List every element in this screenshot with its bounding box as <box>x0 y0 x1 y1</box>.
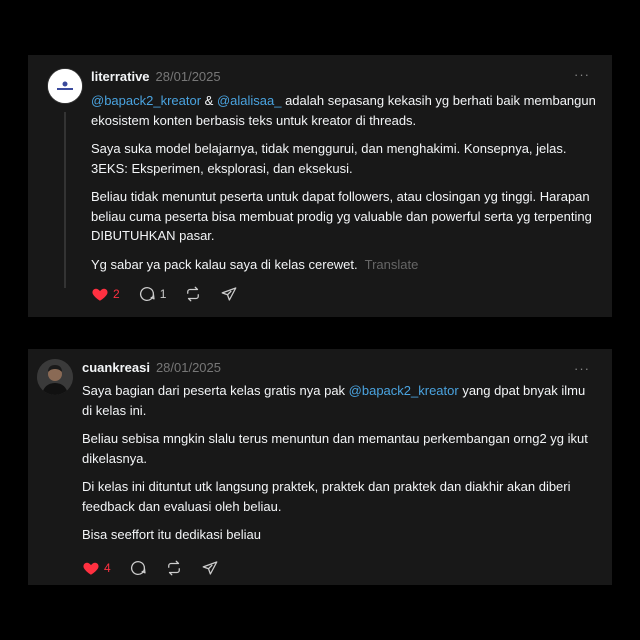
like-count: 4 <box>104 561 111 575</box>
like-button[interactable]: 2 <box>91 285 120 303</box>
action-bar: 4 <box>82 559 237 577</box>
profile-photo-icon <box>37 359 73 395</box>
comment-icon <box>130 560 146 576</box>
post-header: literrative 28/01/2025 <box>91 69 221 84</box>
translate-link[interactable]: Translate <box>365 257 419 272</box>
post-header: cuankreasi 28/01/2025 <box>82 360 221 375</box>
repost-button[interactable] <box>184 285 202 303</box>
post-date: 28/01/2025 <box>155 360 222 375</box>
post-paragraph: Saya suka model belajarnya, tidak menggu… <box>91 141 567 176</box>
avatar[interactable] <box>37 359 73 395</box>
like-count: 2 <box>113 287 120 301</box>
thread-line <box>64 112 66 288</box>
post-paragraph: Beliau sebisa mngkin slalu terus menuntu… <box>82 431 588 466</box>
more-options-icon[interactable]: ··· <box>574 361 590 376</box>
post-paragraph: Beliau tidak menuntut peserta untuk dapa… <box>91 189 592 243</box>
more-options-icon[interactable]: ··· <box>574 67 590 82</box>
repost-icon <box>187 286 200 302</box>
reply-button[interactable] <box>129 559 147 577</box>
mention-link[interactable]: @bapack2_kreator <box>349 383 459 398</box>
mention-link[interactable]: @bapack2_kreator <box>91 93 201 108</box>
reply-count: 1 <box>159 287 167 301</box>
post-paragraph: Di kelas ini dituntut utk langsung prakt… <box>82 479 571 514</box>
send-icon <box>202 561 218 575</box>
mention-link[interactable]: @alalisaa_ <box>217 93 282 108</box>
post-paragraph: Saya bagian dari peserta kelas gratis ny… <box>82 381 597 420</box>
literrative-logo-icon <box>48 69 82 103</box>
post-paragraph: Bisa seeffort itu dedikasi beliau <box>82 527 261 542</box>
send-icon <box>221 287 237 301</box>
repost-icon <box>167 560 180 576</box>
username[interactable]: literrative <box>91 69 150 84</box>
avatar[interactable] <box>47 68 83 104</box>
username[interactable]: cuankreasi <box>82 360 150 375</box>
post-body: Saya bagian dari peserta kelas gratis ny… <box>82 381 597 554</box>
post-paragraph: Yg sabar ya pack kalau saya di kelas cer… <box>91 255 601 275</box>
paragraph-text: Yg sabar ya pack kalau saya di kelas cer… <box>91 256 358 272</box>
post-date: 28/01/2025 <box>155 69 221 84</box>
heart-icon <box>83 562 99 575</box>
post-paragraph: @bapack2_kreator & @alalisaa_ adalah sep… <box>91 91 601 130</box>
comment-icon <box>139 286 155 302</box>
heart-icon <box>92 288 108 301</box>
like-button[interactable]: 4 <box>82 559 111 577</box>
share-button[interactable] <box>201 559 219 577</box>
paragraph-text: Saya bagian dari peserta kelas gratis ny… <box>82 383 349 398</box>
post-card-cuankreasi: cuankreasi 28/01/2025 ··· Saya bagian da… <box>28 349 612 585</box>
action-bar: 2 1 <box>91 285 256 303</box>
post-card-literrative: literrative 28/01/2025 ··· @bapack2_krea… <box>28 55 612 317</box>
post-body: @bapack2_kreator & @alalisaa_ adalah sep… <box>91 91 601 283</box>
mention-connector: & <box>201 93 217 108</box>
reply-button[interactable]: 1 <box>138 285 167 303</box>
share-button[interactable] <box>220 285 238 303</box>
repost-button[interactable] <box>165 559 183 577</box>
